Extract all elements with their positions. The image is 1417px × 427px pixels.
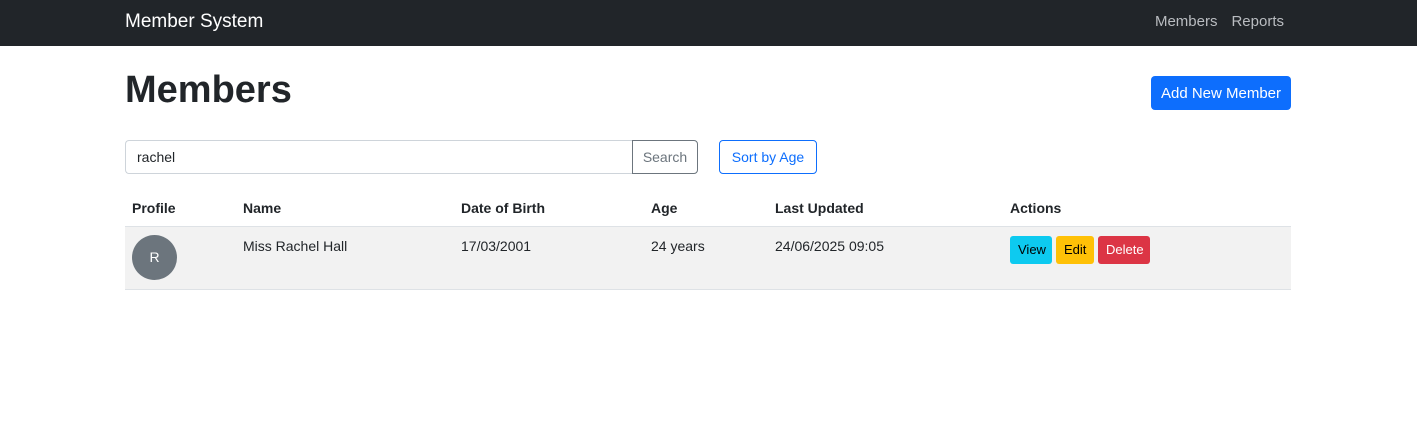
nav-link-members[interactable]: Members [1155, 13, 1218, 30]
header-profile: Profile [125, 190, 236, 227]
view-button[interactable]: View [1010, 235, 1052, 264]
brand-link[interactable]: Member System [125, 11, 263, 33]
top-navbar: Member System Members Reports [0, 0, 1417, 46]
nav-links: Members Reports [1155, 13, 1284, 30]
header-last-updated: Last Updated [768, 190, 1003, 227]
table-header-row: Profile Name Date of Birth Age Last Upda… [125, 190, 1291, 227]
profile-cell: R [125, 226, 236, 290]
search-input[interactable] [125, 140, 632, 174]
age-cell: 24 years [644, 226, 768, 290]
edit-button[interactable]: Edit [1056, 235, 1094, 264]
members-table: Profile Name Date of Birth Age Last Upda… [125, 190, 1291, 290]
avatar: R [132, 234, 177, 280]
sort-by-age-button[interactable]: Sort by Age [719, 140, 817, 174]
page-title: Members [125, 69, 292, 111]
row-actions: View Edit Delete [1010, 235, 1284, 264]
actions-cell: View Edit Delete [1003, 226, 1291, 290]
delete-button[interactable]: Delete [1098, 235, 1150, 264]
header-actions: Actions [1003, 190, 1291, 227]
last-updated-cell: 24/06/2025 09:05 [768, 226, 1003, 290]
table-row: R Miss Rachel Hall 17/03/2001 24 years 2… [125, 226, 1291, 290]
header-name: Name [236, 190, 454, 227]
add-new-member-button[interactable]: Add New Member [1151, 76, 1291, 110]
name-cell: Miss Rachel Hall [236, 226, 454, 290]
search-button[interactable]: Search [632, 140, 698, 174]
dob-cell: 17/03/2001 [454, 226, 644, 290]
nav-link-reports[interactable]: Reports [1231, 13, 1284, 30]
header-date-of-birth: Date of Birth [454, 190, 644, 227]
header-age: Age [644, 190, 768, 227]
search-group: Search [125, 140, 698, 174]
